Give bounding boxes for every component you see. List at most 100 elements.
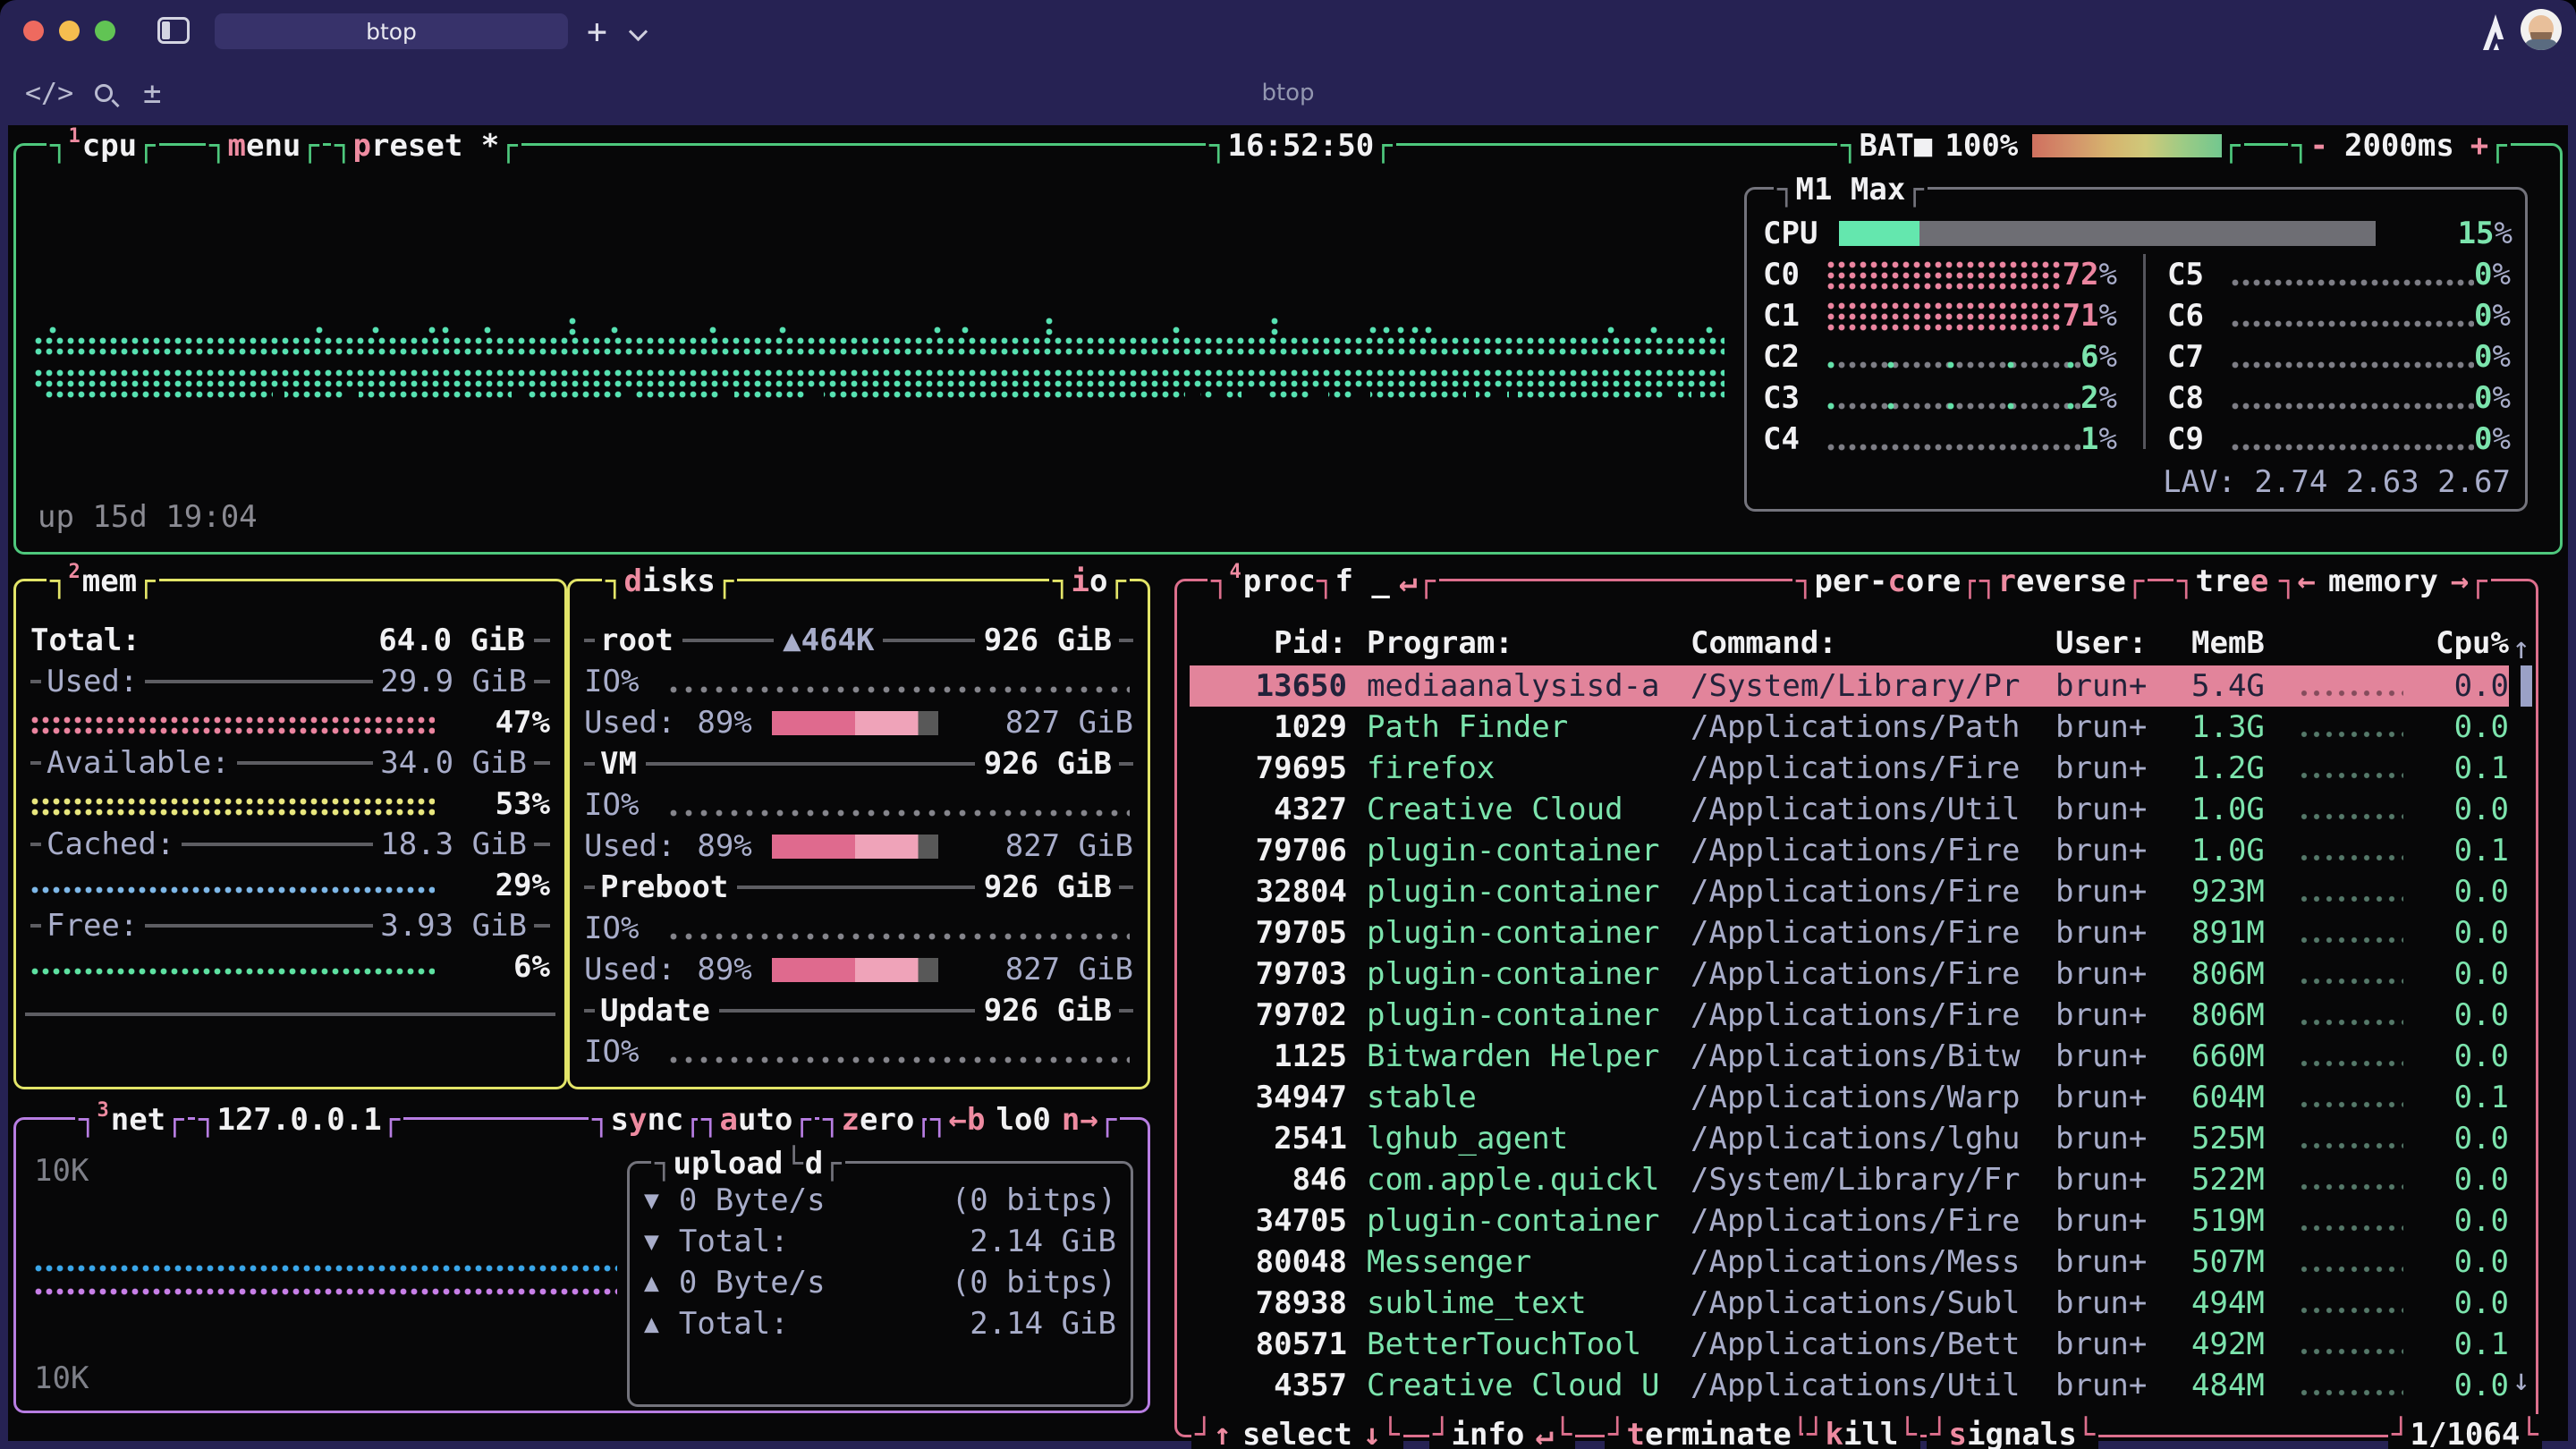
cpu-box-title: ┐1cpu┌ [47,125,159,166]
battery-icon: ■ [1914,125,1932,166]
net-zero-button[interactable]: ┐zero┌ [819,1099,936,1140]
net-stat-row: ▼Total:2.14 GiB [644,1221,1116,1262]
net-upload-graph [34,1286,617,1297]
process-row[interactable]: 32804plugin-container/Applications/Fireb… [1190,871,2509,912]
process-row[interactable]: 13650mediaanalysisd-a/System/Library/Prb… [1190,665,2509,707]
process-row[interactable]: 2541lghub_agent/Applications/lghubrun+52… [1190,1118,2509,1159]
warp-logo-icon[interactable] [2479,14,2512,54]
tree-toggle[interactable]: ┐tree┌ [2174,561,2291,602]
net-box-title: ┐3net┌ [75,1099,188,1140]
disks-box: ┐disks┌ ┐io┌ root▲464K926 GiBIO%Used:89%… [567,579,1150,1089]
mem-meter-row: 29% [30,865,550,906]
net-interface-switcher[interactable]: ┐ ←b lo0 n→ ┌ [927,1099,1120,1140]
warp-terminal-window: btop + </> ± btop ┐1cpu┌ ┐menu┌ ┐preset … [0,0,2576,1449]
disk-name-row: Update926 GiB [584,990,1133,1031]
net-auto-button[interactable]: ┐auto┌ [698,1099,815,1140]
process-row[interactable]: 34705plugin-container/Applications/Fireb… [1190,1200,2509,1241]
process-row[interactable]: 80571BetterTouchTool/Applications/Bettbr… [1190,1324,2509,1365]
io-mode-button[interactable]: ┐io┌ [1049,561,1130,602]
process-row[interactable]: 80048Messenger/Applications/Messbrun+507… [1190,1241,2509,1283]
net-download-graph [34,1263,617,1274]
disks-box-title[interactable]: ┐disks┌ [602,561,737,602]
core-row: C171% [1763,295,2117,336]
sort-right-button[interactable]: → [2451,561,2469,602]
scrollbar-thumb[interactable] [2521,665,2532,707]
core-row: C60% [2167,295,2511,336]
menu-button[interactable]: ┐menu┌ [206,125,323,166]
core-row: C072% [1763,254,2117,295]
chevron-down-icon[interactable] [629,22,648,41]
mem-meter-row: 6% [30,946,550,987]
info-button[interactable]: ┘info↵└ [1429,1414,1575,1449]
process-row[interactable]: 1029Path Finder/Applications/Pathbrun+1.… [1190,707,2509,748]
close-button[interactable] [23,21,44,41]
preset-button[interactable]: ┐preset *┌ [331,125,521,166]
tab-btop[interactable]: btop [215,13,568,49]
disk-name-row: Preboot926 GiB [584,867,1133,908]
scroll-up-icon[interactable]: ↑ [2512,628,2530,669]
core-row: C32% [1763,377,2117,419]
kill-button[interactable]: ┘kill└ [1803,1414,1920,1449]
disk-io-row: IO% [584,1031,1133,1072]
new-tab-button[interactable]: + [587,13,607,49]
mem-divider [25,1013,555,1016]
terminate-button[interactable]: ┘terminate└ [1605,1414,1813,1449]
net-prev-button[interactable]: ←b [948,1099,985,1140]
mem-box-title: ┐2mem┌ [47,561,159,602]
select-control[interactable]: ┘↑select↓└ [1191,1414,1403,1449]
process-row[interactable]: 4357Creative Cloud U/Applications/Utilbr… [1190,1365,2509,1406]
cpu-box: ┐1cpu┌ ┐menu┌ ┐preset *┌ ┐16:52:50┌ ┐ BA… [13,143,2563,555]
sort-column-switcher[interactable]: ┐ ← memory → ┌ [2275,561,2491,602]
process-row[interactable]: 846com.apple.quickl/System/Library/Frbru… [1190,1159,2509,1200]
process-row[interactable]: 79702plugin-container/Applications/Fireb… [1190,995,2509,1036]
net-box: ┐3net┌ ┐127.0.0.1┌ ┐sync┌ ┐auto┌ ┐zero┌ … [13,1117,1150,1413]
signals-button[interactable]: ┘signals└ [1927,1414,2098,1449]
terminal: ┐1cpu┌ ┐menu┌ ┐preset *┌ ┐16:52:50┌ ┐ BA… [8,125,2568,1441]
core-row: C26% [1763,336,2117,377]
proc-filter-button[interactable]: ┐f _↵┌ [1313,561,1439,602]
core-row: C41% [1763,419,2117,460]
process-row[interactable]: 1125Bitwarden Helper/Applications/Bitwbr… [1190,1036,2509,1077]
process-row[interactable]: 79703plugin-container/Applications/Fireb… [1190,953,2509,995]
minimize-button[interactable] [59,21,80,41]
reverse-toggle[interactable]: ┐reverse┌ [1976,561,2148,602]
disk-io-row: IO% [584,784,1133,826]
maximize-button[interactable] [95,21,115,41]
disk-used-row: Used:89%827 GiB [584,826,1133,867]
net-next-button[interactable]: n→ [1062,1099,1098,1140]
enter-icon: ↵ [1399,561,1417,602]
net-ip: ┐127.0.0.1┌ [195,1099,403,1140]
sidebar-toggle-icon[interactable] [157,17,190,44]
net-interface: lo0 [996,1099,1050,1140]
process-row[interactable]: 79706plugin-container/Applications/Fireb… [1190,830,2509,871]
disk-used-row: Used:89%827 GiB [584,702,1133,743]
process-row[interactable]: 79695firefox/Applications/Firebrun+1.2G0… [1190,748,2509,789]
clock: ┐16:52:50┌ [1206,125,1396,166]
process-row[interactable]: 78938sublime_text/Applications/Sublbrun+… [1190,1283,2509,1324]
titlebar: btop + [0,0,2576,61]
mem-row: Cached:18.3 GiB [30,824,550,865]
toolbar: </> ± btop [0,61,2576,125]
battery-indicator: ┐ BAT■ 100% ┌ [1837,125,2244,166]
process-row[interactable]: 4327Creative Cloud/Applications/Utilbrun… [1190,789,2509,830]
update-interval-control: ┐ - 2000ms + ┌ [2288,125,2511,166]
net-sync-button[interactable]: ┐sync┌ [589,1099,706,1140]
process-row[interactable]: 79705plugin-container/Applications/Fireb… [1190,912,2509,953]
core-row: C70% [2167,336,2511,377]
sort-left-button[interactable]: ← [2297,561,2315,602]
process-row[interactable]: 34947stable/Applications/Warpbrun+604M0.… [1190,1077,2509,1118]
mem-row: Used:29.9 GiB [30,661,550,702]
avatar[interactable] [2521,9,2562,50]
mem-row: Free:3.93 GiB [30,905,550,946]
net-stats-title[interactable]: ┐upload└d┌ [651,1143,845,1184]
disk-io-row: IO% [584,908,1133,949]
load-average: LAV: 2.74 2.63 2.67 [1763,462,2511,503]
interval-plus-button[interactable]: + [2470,125,2488,166]
mem-meter-row: 53% [30,784,550,825]
per-core-toggle[interactable]: ┐per-core┌ [1792,561,1983,602]
net-stat-row: ▲0 Byte/s(0 bitps) [644,1262,1116,1303]
disk-name-row: VM926 GiB [584,743,1133,784]
interval-minus-button[interactable]: - [2309,125,2327,166]
disk-io-row: IO% [584,661,1133,702]
scroll-down-icon[interactable]: ↓ [2512,1360,2530,1401]
